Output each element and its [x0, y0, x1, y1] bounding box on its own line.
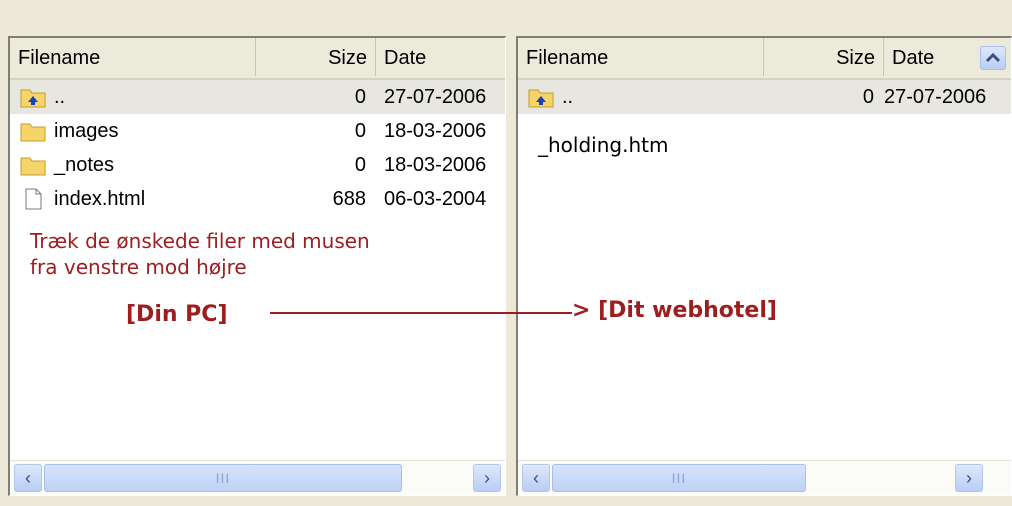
file-size: 0 [354, 86, 366, 108]
table-row[interactable]: index.html 688 06-03-2004 [10, 182, 505, 216]
table-row[interactable]: .. 0 27-07-2006 [518, 80, 1011, 114]
file-size: 0 [354, 154, 366, 176]
right-pane-toolbar [510, 0, 1012, 34]
local-files-pane: Filename Size Date .. 0 27-07-2006 image… [0, 0, 506, 506]
right-column-header: Filename Size Date [518, 38, 1011, 80]
remote-file-list[interactable]: Filename Size Date .. 0 27-07-2006 _hold… [516, 36, 1012, 496]
table-row[interactable]: _notes 0 18-03-2006 [10, 148, 505, 182]
file-date: 27-07-2006 [384, 86, 487, 108]
transfer-arrow [270, 312, 572, 314]
remote-file-name[interactable]: _holding.htm [538, 132, 668, 158]
remote-webhotel-label: > [Dit webhotel] [572, 298, 777, 323]
drag-hint-line1: Træk de ønskede filer med musen [30, 229, 370, 253]
scroll-up-button[interactable] [980, 46, 1006, 70]
scroll-left-button[interactable]: ‹ [522, 464, 550, 492]
file-date: 18-03-2006 [384, 120, 487, 142]
scroll-left-button[interactable]: ‹ [14, 464, 42, 492]
file-size: 0 [862, 86, 874, 108]
left-horizontal-scrollbar[interactable]: ‹ III › [10, 460, 505, 495]
file-date: 06-03-2004 [384, 188, 487, 210]
size-column-header[interactable]: Size [764, 38, 884, 76]
file-name: .. [54, 86, 66, 108]
right-horizontal-scrollbar[interactable]: ‹ III › [518, 460, 1011, 495]
file-size: 688 [332, 188, 366, 210]
left-pane-toolbar [0, 0, 506, 34]
table-row[interactable]: .. 0 27-07-2006 [10, 80, 505, 114]
file-size: 0 [354, 120, 366, 142]
local-pc-label: [Din PC] [126, 302, 228, 327]
local-file-list[interactable]: Filename Size Date .. 0 27-07-2006 image… [8, 36, 506, 496]
file-name: _notes [54, 154, 115, 176]
file-name: index.html [54, 188, 146, 210]
scroll-thumb[interactable]: III [552, 464, 806, 492]
folder-icon [20, 123, 46, 142]
folder-icon [20, 157, 46, 176]
scroll-right-button[interactable]: › [955, 464, 983, 492]
file-date: 27-07-2006 [884, 86, 987, 108]
filename-column-header[interactable]: Filename [10, 38, 256, 76]
parent-folder-icon [20, 89, 46, 108]
file-icon [25, 188, 42, 210]
scroll-right-button[interactable]: › [473, 464, 501, 492]
file-date: 18-03-2006 [384, 154, 487, 176]
left-column-header: Filename Size Date [10, 38, 505, 80]
size-column-header[interactable]: Size [256, 38, 376, 76]
filename-column-header[interactable]: Filename [518, 38, 764, 76]
file-name: images [54, 120, 119, 142]
scroll-thumb[interactable]: III [44, 464, 402, 492]
date-column-header[interactable]: Date [376, 38, 505, 76]
file-name: .. [562, 86, 574, 108]
chevron-up-icon [985, 52, 1001, 63]
remote-files-pane: Filename Size Date .. 0 27-07-2006 _hold… [510, 0, 1012, 506]
drag-hint-line2: fra venstre mod højre [30, 255, 247, 279]
table-row[interactable]: images 0 18-03-2006 [10, 114, 505, 148]
parent-folder-icon [528, 89, 554, 108]
